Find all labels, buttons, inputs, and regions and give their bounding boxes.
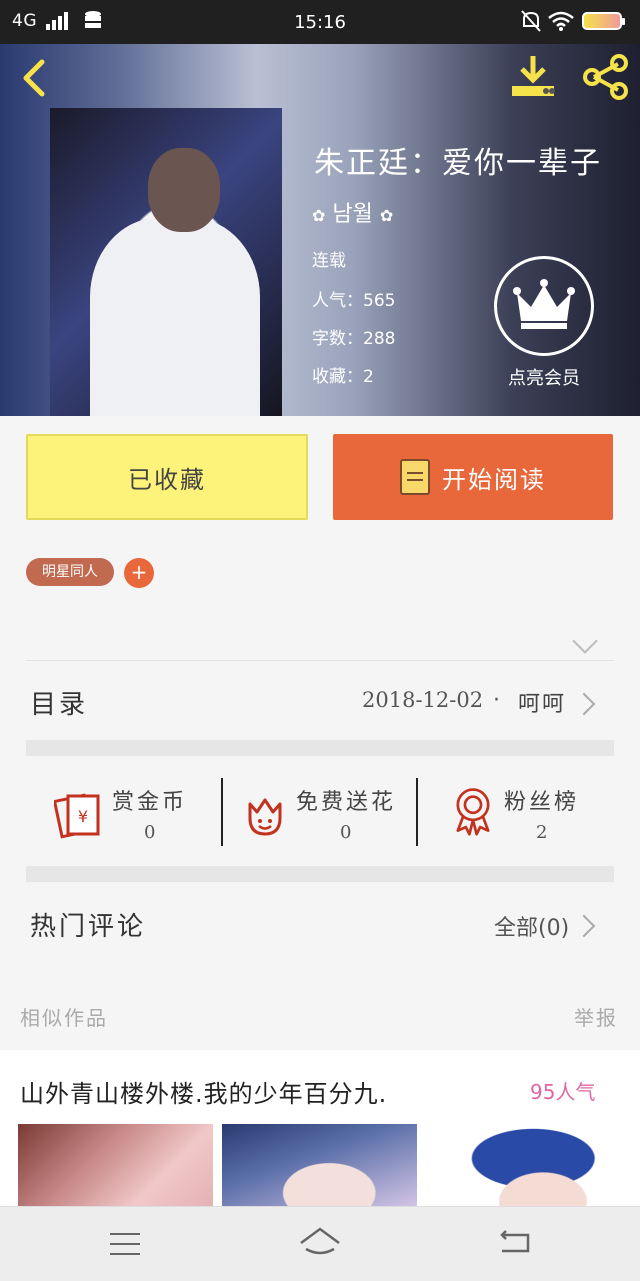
report-link[interactable]: 举报 xyxy=(574,1002,618,1031)
similar-item-popularity: 95人气 xyxy=(530,1080,596,1104)
reward-coin-cell[interactable]: ¥ 赏金币 0 xyxy=(26,766,222,856)
clock: 15:16 xyxy=(294,12,346,33)
similar-works-label: 相似作品 xyxy=(20,1006,108,1030)
home-icon[interactable] xyxy=(298,1225,342,1261)
toc-date: 2018-12-02 xyxy=(362,688,484,712)
fan-ranking-value: 2 xyxy=(536,822,548,843)
similar-item-title[interactable]: 山外青山楼外楼.我的少年百分九. xyxy=(20,1074,387,1109)
stat-divider xyxy=(221,778,223,846)
status-bar: 4G 15:16 xyxy=(0,0,640,44)
book-author[interactable]: ✿ 남월 ✿ xyxy=(312,196,393,228)
share-icon[interactable] xyxy=(580,54,630,100)
add-tag-button[interactable]: + xyxy=(124,558,154,588)
vip-label[interactable]: 点亮会员 xyxy=(480,364,608,390)
favorited-button[interactable]: 已收藏 xyxy=(26,434,308,520)
download-icon[interactable] xyxy=(508,54,558,100)
toc-latest-chapter: 呵呵 xyxy=(518,692,567,717)
vip-crown-icon[interactable] xyxy=(494,256,594,356)
tag-chip[interactable]: 明星同人 xyxy=(26,558,114,586)
start-reading-button[interactable]: 开始阅读 xyxy=(333,434,613,520)
battery-icon xyxy=(582,12,625,30)
back-icon[interactable] xyxy=(16,58,56,98)
section-band xyxy=(26,740,614,756)
author-name: 남월 xyxy=(332,202,373,227)
mute-icon xyxy=(521,10,541,32)
system-nav-bar xyxy=(0,1206,640,1281)
divider xyxy=(26,660,614,661)
author-left-icon: ✿ xyxy=(312,206,326,225)
fan-ranking-label: 粉丝榜 xyxy=(504,790,580,815)
svg-text:¥: ¥ xyxy=(78,807,88,826)
reward-coin-value: 0 xyxy=(144,822,156,843)
medal-icon xyxy=(456,788,490,836)
book-cover-image xyxy=(50,108,282,416)
section-band xyxy=(26,866,614,882)
red-envelope-icon: ¥ xyxy=(54,793,100,839)
start-reading-label: 开始阅读 xyxy=(442,465,546,494)
toc-label: 目录 xyxy=(30,690,89,720)
menu-icon[interactable] xyxy=(110,1233,140,1255)
expand-chevron-icon[interactable] xyxy=(572,628,598,654)
popularity-stat: 人气：565 xyxy=(312,291,396,311)
similar-thumbnail[interactable] xyxy=(222,1124,417,1210)
similar-thumbnail[interactable] xyxy=(18,1124,213,1210)
back-nav-icon[interactable] xyxy=(498,1227,532,1257)
reward-coin-label: 赏金币 xyxy=(112,790,188,815)
free-flower-value: 0 xyxy=(340,822,352,843)
author-right-icon: ✿ xyxy=(379,206,394,225)
free-flower-cell[interactable]: 免费送花 0 xyxy=(224,766,418,856)
similar-thumbnail[interactable] xyxy=(426,1124,621,1210)
toc-separator: · xyxy=(493,688,500,713)
flower-icon xyxy=(248,798,282,836)
hot-comments-label: 热门评论 xyxy=(30,912,147,942)
book-icon xyxy=(400,459,430,495)
word-count-stat: 字数：288 xyxy=(312,329,396,349)
favorites-stat: 收藏：2 xyxy=(312,367,374,387)
fan-ranking-cell[interactable]: 粉丝榜 2 xyxy=(418,766,614,856)
wifi-icon xyxy=(548,11,574,31)
book-title: 朱正廷：爱你一辈子 xyxy=(314,146,602,181)
free-flower-label: 免费送花 xyxy=(296,790,397,815)
serial-status: 连载 xyxy=(312,251,346,271)
favorited-label: 已收藏 xyxy=(128,465,206,494)
all-comments-link[interactable]: 全部(0) xyxy=(494,910,569,942)
